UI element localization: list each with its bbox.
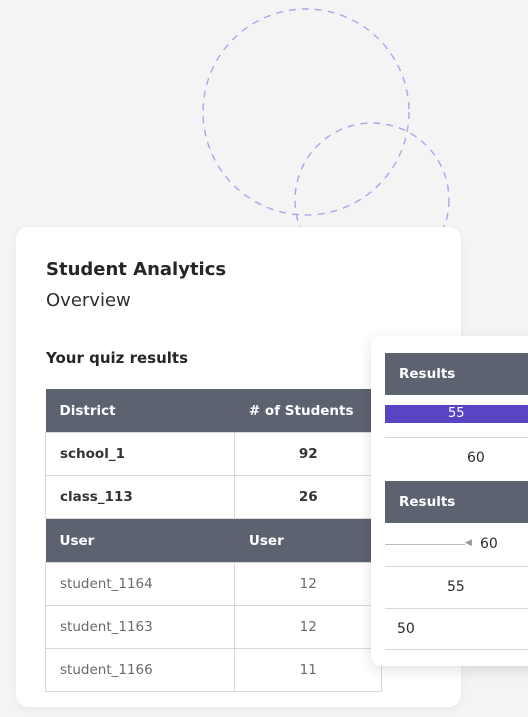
table-cell-name: class_113 (44, 475, 236, 519)
slider-value: 60 (480, 536, 498, 552)
table-cell-value: 11 (234, 648, 382, 692)
column-header-user-2[interactable]: User (234, 518, 382, 563)
card-subtitle: Overview (46, 290, 131, 311)
table-row[interactable]: school_1 92 (44, 432, 382, 476)
result-bar[interactable]: 55 (385, 405, 528, 423)
table-row[interactable]: student_1166 11 (44, 648, 382, 692)
results-row[interactable]: 60 (385, 437, 528, 479)
table-row[interactable]: student_1163 12 (44, 605, 382, 649)
table-cell-name: school_1 (44, 432, 236, 476)
slider-row[interactable]: ◀ 60 (385, 524, 528, 566)
table-cell-name: student_1163 (44, 605, 236, 649)
table-row[interactable]: student_1164 12 (44, 562, 382, 606)
results-row[interactable]: 50 (385, 608, 528, 650)
results-row[interactable]: 55 (385, 566, 528, 608)
table-cell-name: student_1166 (44, 648, 236, 692)
card-title: Student Analytics (46, 259, 227, 280)
column-header-students[interactable]: # of Students (234, 389, 382, 433)
table-header-row: District # of Students (45, 389, 382, 433)
results-row-value: 50 (397, 621, 415, 637)
results-panel: Results 55 60 Results ◀ 60 55 50 (371, 336, 528, 666)
table-cell-name: student_1164 (44, 562, 236, 606)
section-title: Your quiz results (46, 349, 189, 367)
slider-handle-icon[interactable]: ◀ (465, 538, 472, 548)
column-header-district[interactable]: District (45, 389, 235, 433)
results-row-value: 55 (447, 579, 465, 595)
table-cell-value: 92 (234, 432, 382, 476)
result-bar-value: 55 (448, 406, 465, 421)
quiz-results-table: District # of Students school_1 92 class… (44, 389, 382, 692)
slider-track[interactable] (385, 544, 465, 545)
results-header: Results (385, 353, 528, 395)
table-cell-value: 26 (234, 475, 382, 519)
table-row[interactable]: class_113 26 (44, 475, 382, 519)
column-header-user[interactable]: User (45, 518, 235, 563)
table-subheader-row: User User (45, 518, 382, 563)
table-cell-value: 12 (234, 605, 382, 649)
dashed-circles-decoration (202, 8, 450, 260)
results-header-2: Results (385, 481, 528, 523)
results-row-value: 60 (467, 450, 485, 466)
table-cell-value: 12 (234, 562, 382, 606)
